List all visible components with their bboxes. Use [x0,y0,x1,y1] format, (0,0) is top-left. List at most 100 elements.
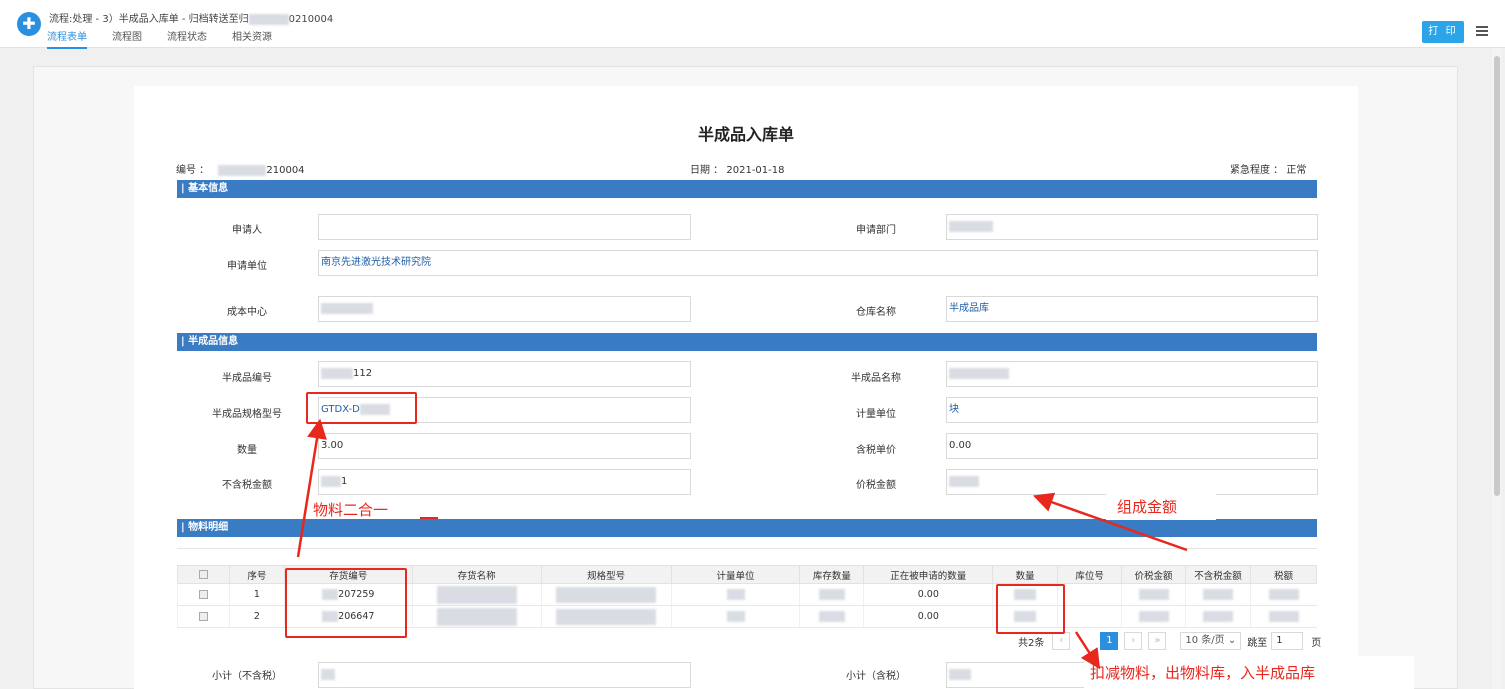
applicant-field[interactable] [318,214,691,240]
redacted-block [436,585,517,604]
cost-center-label: 成本中心 [227,307,267,318]
product-code-field[interactable]: 112 [318,361,691,387]
unit-label: 申请单位 [227,261,267,272]
annotation-box-spec [306,392,417,424]
cell-location [1057,583,1122,606]
page-unit-label: 页 [1311,637,1322,649]
page-title: 半成品入库单 [697,125,794,144]
app-logo-icon: ✚ [17,12,41,36]
product-code-label: 半成品编号 [222,373,272,384]
window-title-text: 流程:处理 - 3）半成品入库单 - 归档转送至归 [49,14,249,25]
warehouse-field[interactable]: 半成品库 [946,296,1318,322]
tab-bar: 流程表单 流程图 流程状态 相关资源 [47,28,297,49]
redacted-block [218,164,267,176]
redacted-block [949,367,1009,379]
doc-number-value: 210004 [266,165,305,176]
tab-flowchart[interactable]: 流程图 [112,28,142,49]
redacted-block [556,586,657,603]
notax-amount-label: 不含税金额 [222,480,272,491]
product-unit-label: 计量单位 [856,409,896,420]
redacted-block [1138,611,1169,622]
section-materials: | 物料明细 [177,519,1317,537]
annotation-merge: 物料二合一 [313,501,389,519]
col-header: 库位号 [1057,565,1123,584]
cell-name [411,583,542,606]
redacted-block [1268,611,1299,622]
redacted-block [436,607,517,626]
row-select[interactable] [177,583,230,606]
section-product-info: | 半成品信息 [177,333,1317,351]
redacted-block [1203,611,1233,622]
redacted-block [818,611,845,622]
cell-spec [540,605,672,628]
pager-page-button[interactable]: 1 [1100,632,1119,650]
cell-tax [1249,605,1317,628]
applicant-label: 申请人 [232,225,262,236]
redacted-block [726,589,745,600]
doc-urgency: 紧急程度 ： 正常 [1230,161,1306,176]
col-header: 库存数量 [799,565,865,584]
doc-date: 日期 ： 2021-01-18 [690,161,785,176]
product-code-value: 112 [353,368,373,379]
notax-amount-field[interactable]: 1 [318,469,691,495]
notax-amount-value: 1 [341,476,348,487]
dept-field[interactable] [946,214,1318,240]
row-select[interactable] [177,605,230,628]
pager-prev-button[interactable]: ‹ [1052,632,1071,650]
redacted-block [949,220,993,232]
cost-center-field[interactable] [318,296,691,322]
jump-input[interactable]: 1 [1271,632,1304,650]
cell-tax [1249,583,1317,606]
col-header: 存货名称 [411,565,542,584]
chevron-down-icon: ⌄ [1227,635,1237,646]
doc-number-label: 编号 ： [176,165,210,176]
redacted-block [321,668,335,680]
tab-resources[interactable]: 相关资源 [232,28,272,49]
product-qty-field[interactable]: 3.00 [318,433,691,459]
cell-seq: 2 [228,605,285,628]
select-all-header[interactable] [177,565,230,584]
select-all-checkbox[interactable] [198,570,208,579]
divider [177,548,1317,549]
subtotal-notax-field[interactable] [318,662,691,688]
col-header: 税额 [1249,565,1318,584]
pager-last-button[interactable]: » [1148,632,1167,650]
redacted-block [248,13,289,25]
col-header: 计量单位 [670,565,801,584]
row-checkbox[interactable] [198,612,208,621]
tax-price-label: 含税单价 [856,445,896,456]
tab-flow-status[interactable]: 流程状态 [167,28,207,49]
cell-location [1057,605,1122,628]
scrollbar-thumb[interactable] [1494,56,1500,496]
top-bar: ✚ 流程:处理 - 3）半成品入库单 - 归档转送至归 0210004 流程表单 … [0,0,1505,49]
dept-label: 申请部门 [856,225,896,236]
annotation-deduct: 扣减物料，出物料库，入半成品库 [1090,664,1316,682]
redacted-block [726,611,745,622]
cell-stock [799,583,864,606]
cell-spec [540,583,672,606]
redacted-block [321,302,373,314]
jump-label: 跳至 [1247,637,1268,649]
unit-field[interactable]: 南京先进激光技术研究院 [318,250,1318,276]
annotation-underline [420,517,438,519]
pager-next-button[interactable]: › [1124,632,1143,650]
product-name-label: 半成品名称 [851,373,901,384]
section-basic-title: 基本信息 [188,183,229,194]
row-checkbox[interactable] [198,590,208,599]
col-header: 正在被申请的数量 [863,565,994,584]
redacted-block [1203,589,1233,600]
tax-price-field[interactable]: 0.00 [946,433,1318,459]
col-header: 数量 [992,565,1059,584]
window-title-suffix: 0210004 [288,14,334,25]
cell-notax [1185,605,1251,628]
product-unit-field[interactable]: 块 [946,397,1318,423]
product-name-field[interactable] [946,361,1318,387]
page-size-select[interactable]: 10 条/页 ⌄ [1180,632,1242,650]
cell-seq: 1 [228,583,285,606]
list-menu-icon[interactable] [1476,26,1488,36]
tab-form[interactable]: 流程表单 [47,28,87,49]
redacted-block [1268,589,1299,600]
redacted-block [556,608,657,625]
print-button[interactable]: 打 印 [1422,21,1464,43]
annotation-box-qty [996,584,1065,634]
